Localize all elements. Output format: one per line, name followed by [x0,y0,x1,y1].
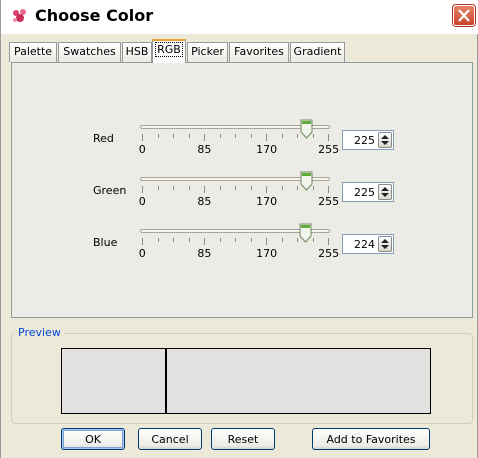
tick-label: 85 [197,247,212,260]
palette-app-icon [11,8,29,24]
tick-mark [297,186,298,190]
spinner-green[interactable]: 225 [342,182,394,202]
spinner-value[interactable]: 224 [347,238,375,251]
tick-mark [281,134,283,138]
tick-label: 0 [138,143,146,156]
color-preview [61,348,431,414]
tick-mark [250,238,252,242]
tick-label: 170 [256,195,278,208]
channel-label-red: Red [93,132,114,145]
spinner-red[interactable]: 225 [342,130,394,150]
tick-mark [312,134,314,138]
tick-label: 170 [256,143,278,156]
tick-mark [219,238,221,242]
tick-mark [157,186,159,190]
spinner-arrows-icon[interactable] [378,236,392,252]
spinner-value[interactable]: 225 [347,186,375,199]
tab-gradient[interactable]: Gradient [290,42,345,62]
tick-mark [235,238,236,242]
tick-mark [250,186,252,190]
tab-favorites-label: Favorites [234,45,284,58]
tick-mark [328,134,329,141]
slider-ticks [140,134,330,141]
tick-mark [328,238,329,245]
tab-palette-label: Palette [13,45,53,58]
tick-mark [281,186,283,190]
tick-mark [297,134,298,138]
add-to-favorites-button[interactable]: Add to Favorites [312,428,430,450]
tick-label: 255 [318,247,340,260]
tab-rgb-label: RGB [155,42,183,57]
tick-label: 85 [197,195,212,208]
tick-mark [281,238,283,242]
channel-label-blue: Blue [93,236,118,249]
tab-swatches[interactable]: Swatches [58,42,121,62]
reset-button[interactable]: Reset [211,428,275,450]
spinner-arrows-icon[interactable] [378,184,392,200]
close-button[interactable] [453,5,475,26]
tick-mark [188,186,190,190]
tick-mark [219,186,221,190]
tick-mark [142,134,143,141]
tick-mark [204,134,205,141]
tick-mark [312,238,314,242]
tick-mark [188,238,190,242]
ok-button[interactable]: OK [61,428,125,450]
tick-label: 255 [318,143,340,156]
tick-mark [266,134,267,141]
tab-swatches-label: Swatches [63,45,116,58]
channel-label-green: Green [93,184,127,197]
tick-label: 170 [256,247,278,260]
tick-mark [173,134,174,138]
tab-rgb[interactable]: RGB [152,39,186,63]
slider-ticks [140,238,330,245]
tab-hsb-label: HSB [125,45,149,58]
tick-mark [173,238,174,242]
tick-mark [235,186,236,190]
tab-picker-label: Picker [191,45,224,58]
tick-label: 0 [138,195,146,208]
tick-mark [312,186,314,190]
spinner-value[interactable]: 225 [347,134,375,147]
tab-gradient-label: Gradient [293,45,342,58]
slider-ticks [140,186,330,193]
tab-favorites[interactable]: Favorites [229,42,289,62]
tick-mark [142,238,143,245]
spinner-blue[interactable]: 224 [342,234,394,254]
tick-mark [235,134,236,138]
tick-mark [219,134,221,138]
tick-mark [142,186,143,193]
title-bar[interactable]: Choose Color [1,0,478,34]
cancel-button[interactable]: Cancel [138,428,202,450]
window-title: Choose Color [35,6,154,25]
close-icon [458,9,470,22]
tick-mark [266,238,267,245]
spinner-arrows-icon[interactable] [378,132,392,148]
tick-mark [297,238,298,242]
tick-mark [157,134,159,138]
tick-label: 255 [318,195,340,208]
tick-mark [250,134,252,138]
tab-hsb[interactable]: HSB [122,42,152,62]
preview-divider [165,349,167,413]
tick-mark [204,186,205,193]
choose-color-dialog: Choose Color Palette Swatches HSB RGB Pi… [0,0,478,458]
tick-mark [266,186,267,193]
tick-mark [328,186,329,193]
tick-label: 0 [138,247,146,260]
tick-mark [188,134,190,138]
tick-mark [157,238,159,242]
tick-mark [204,238,205,245]
tick-mark [173,186,174,190]
preview-label: Preview [15,326,64,339]
tab-picker[interactable]: Picker [187,42,228,62]
tick-label: 85 [197,143,212,156]
tab-palette[interactable]: Palette [9,42,57,62]
